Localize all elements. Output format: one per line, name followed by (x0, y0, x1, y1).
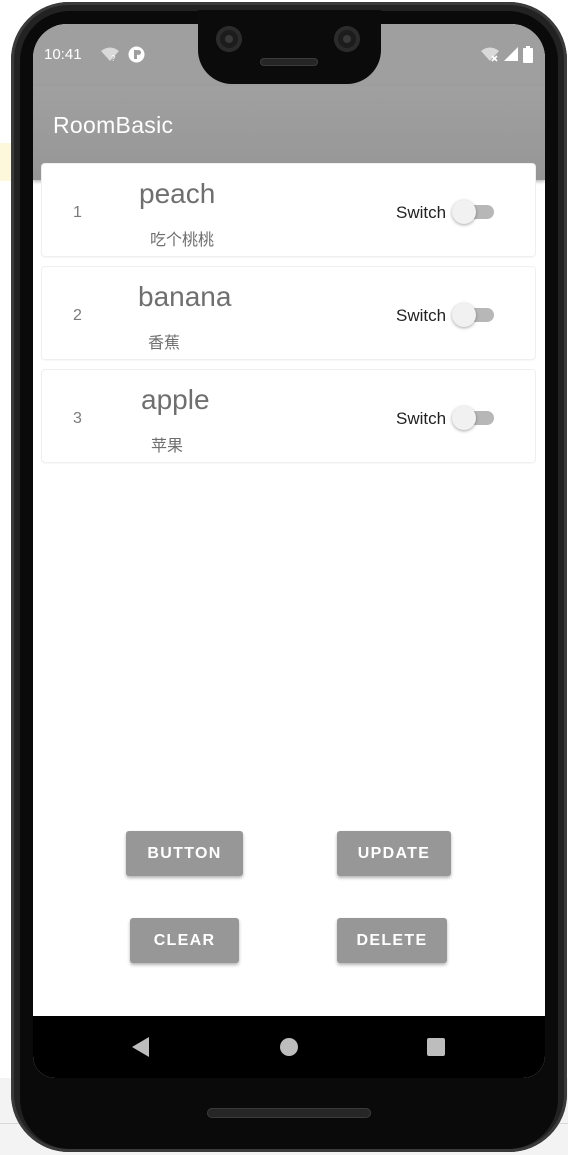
word-chinese: 吃个桃桃 (150, 230, 215, 249)
word-id: 1 (73, 204, 82, 221)
word-id: 2 (73, 307, 82, 324)
app-title: RoomBasic (53, 112, 174, 138)
battery-icon (523, 46, 533, 63)
switch-label: Switch (396, 306, 447, 325)
insert-button[interactable]: BUTTON (126, 831, 243, 876)
switch-thumb (452, 303, 476, 327)
list-item[interactable]: 2 banana 香蕉 Switch (42, 267, 535, 359)
update-button[interactable]: UPDATE (337, 831, 451, 876)
navigation-bar (33, 1016, 545, 1078)
switch-thumb (452, 200, 476, 224)
earpiece-speaker (260, 58, 318, 66)
word-id: 3 (73, 410, 82, 427)
word-chinese: 香蕉 (148, 333, 181, 352)
bottom-speaker (207, 1108, 371, 1118)
front-camera-icon (216, 26, 242, 52)
list-item[interactable]: 1 peach 吃个桃桃 Switch (42, 164, 535, 256)
word-english: apple (141, 384, 210, 415)
signal-icon (504, 47, 518, 61)
delete-button[interactable]: DELETE (337, 918, 447, 963)
recents-icon[interactable] (427, 1038, 445, 1056)
list-item[interactable]: 3 apple 苹果 Switch (42, 370, 535, 462)
word-chinese: 苹果 (151, 436, 184, 455)
front-sensor-icon (334, 26, 360, 52)
switch-label: Switch (396, 203, 447, 222)
chinese-visibility-switch[interactable] (452, 200, 496, 224)
clear-button[interactable]: CLEAR (130, 918, 239, 963)
word-english: peach (139, 178, 216, 209)
status-time: 10:41 (44, 46, 82, 63)
device-screen: 10:41 ? RoomBasic 1 peach 吃个桃桃 Switch 2 … (33, 24, 545, 1078)
back-icon[interactable] (132, 1037, 149, 1057)
word-english: banana (138, 281, 232, 312)
camera-notch (198, 10, 381, 84)
wifi-off-icon (481, 47, 499, 62)
chinese-visibility-switch[interactable] (452, 303, 496, 327)
svg-text:?: ? (111, 54, 116, 62)
home-icon[interactable] (280, 1038, 298, 1056)
switch-thumb (452, 406, 476, 430)
app-notification-icon (128, 46, 145, 63)
chinese-visibility-switch[interactable] (452, 406, 496, 430)
wifi-question-icon: ? (101, 47, 119, 62)
switch-label: Switch (396, 409, 447, 428)
